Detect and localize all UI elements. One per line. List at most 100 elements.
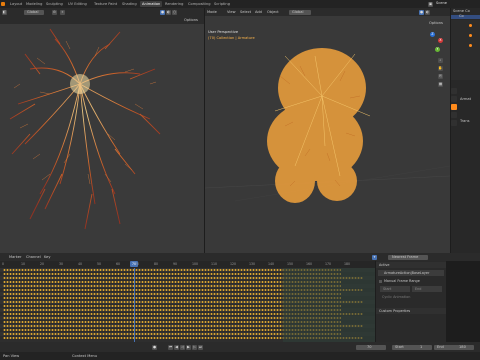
- filter-icon[interactable]: ▾: [372, 254, 377, 260]
- workspace-bar: Layout Modeling Sculpting UV Editing Texture…: [0, 0, 480, 8]
- jump-start-icon[interactable]: ⏮: [168, 344, 173, 350]
- right-shading-solid-icon[interactable]: ●: [419, 9, 424, 15]
- frame-tick-label: 170: [325, 262, 332, 266]
- manual-frame-range-toggle[interactable]: Manual Frame Range: [378, 278, 444, 284]
- frame-tick-label: 70: [135, 262, 140, 266]
- manual-frame-range-label: Manual Frame Range: [384, 279, 420, 283]
- jump-end-icon[interactable]: ⏭: [198, 344, 203, 350]
- gizmo-z-icon[interactable]: Z: [430, 32, 435, 37]
- props-transform-label: Trans: [460, 119, 470, 123]
- shading-solid-icon[interactable]: ●: [160, 10, 165, 15]
- left-options-menu[interactable]: Options: [184, 18, 198, 23]
- workspace-tab-sculpting[interactable]: Sculpting: [44, 1, 65, 7]
- keyframe-area[interactable]: [0, 268, 375, 342]
- workspace-tab-rendering[interactable]: Rendering: [163, 1, 185, 7]
- snapping-label: Nearest Frame: [392, 254, 419, 259]
- orientation-label: Global: [27, 10, 39, 14]
- prev-key-icon[interactable]: ◀: [174, 344, 179, 350]
- custom-properties-label: Custom Properties: [379, 309, 411, 313]
- scene-name[interactable]: Scene: [436, 1, 447, 6]
- workspace-tab-compositing[interactable]: Compositing: [186, 1, 213, 7]
- workspace-tab-scripting[interactable]: Scripting: [212, 1, 232, 7]
- props-data-icon[interactable]: [451, 120, 457, 126]
- right-orientation-label: Global: [292, 9, 304, 14]
- scene-icon[interactable]: ▣: [428, 1, 433, 7]
- current-frame-value: 70: [367, 344, 372, 349]
- frame-tick-label: 110: [211, 262, 218, 266]
- outliner-selected-row[interactable]: [451, 15, 480, 19]
- grid-icon[interactable]: ▦: [438, 82, 443, 87]
- cyclic-animation-label: Cyclic Animation: [382, 295, 411, 299]
- frame-tick-label: 120: [230, 262, 237, 266]
- zoom-icon[interactable]: ⌕: [438, 58, 443, 63]
- frame-tick-label: 20: [40, 262, 45, 266]
- workspace-tab-texture-paint[interactable]: Texture Paint: [92, 1, 119, 7]
- frame-tick-label: 90: [173, 262, 178, 266]
- next-key-icon[interactable]: ▷: [192, 344, 197, 350]
- frame-tick-label: 60: [116, 262, 121, 266]
- frame-ruler[interactable]: 70 0 10 20 30 40 50 60 70 80 90 100 110 120 130 140 150…: [0, 261, 375, 268]
- left-viewport[interactable]: [0, 24, 204, 253]
- marker-menu[interactable]: Marker: [9, 255, 21, 260]
- pivot-icon[interactable]: ⊙: [52, 10, 57, 15]
- right-shading-material-icon[interactable]: ◐: [425, 9, 430, 15]
- workspace-tab-uv-editing[interactable]: UV Editing: [66, 1, 89, 7]
- workspace-tab-shading[interactable]: Shading: [120, 1, 139, 7]
- gizmo-y-icon[interactable]: Y: [435, 47, 440, 52]
- play-reverse-icon[interactable]: ◁: [180, 344, 185, 350]
- outliner-orange-dot: [469, 44, 472, 47]
- props-modifier-icon[interactable]: [451, 112, 457, 118]
- start-frame-value: 1: [420, 344, 423, 349]
- camera-icon[interactable]: ⎘: [438, 74, 443, 79]
- outliner-list[interactable]: [451, 20, 480, 80]
- workspace-tab-animation[interactable]: Animation: [140, 1, 163, 7]
- select-menu[interactable]: Select: [240, 10, 251, 15]
- range-start-field[interactable]: Start: [380, 286, 410, 292]
- workspace-tab-layout[interactable]: Layout: [8, 1, 24, 7]
- key-menu[interactable]: Key: [44, 255, 51, 260]
- object-menu[interactable]: Object: [267, 10, 279, 15]
- blender-logo-icon[interactable]: [1, 1, 5, 6]
- shading-rendered-icon[interactable]: ○: [172, 10, 177, 15]
- frame-tick-label: 80: [154, 262, 159, 266]
- mode-menu[interactable]: Mode: [207, 10, 217, 15]
- frame-tick-label: 40: [78, 262, 83, 266]
- add-menu[interactable]: Add: [255, 10, 262, 15]
- gizmo-x-icon[interactable]: X: [438, 38, 443, 43]
- view-menu[interactable]: View: [227, 10, 236, 15]
- end-frame-label: End: [437, 344, 444, 349]
- cyclic-animation-toggle[interactable]: Cyclic Animation: [382, 294, 442, 300]
- props-object-icon[interactable]: [451, 104, 457, 110]
- right-viewport-header: Mode View Select Add Object Global ● ◐: [205, 8, 450, 16]
- shading-material-icon[interactable]: ◐: [166, 10, 171, 15]
- range-start-label: Start: [383, 287, 392, 291]
- playhead-line: [134, 268, 135, 342]
- range-shade: [283, 268, 375, 342]
- props-tool-icon[interactable]: [451, 88, 457, 94]
- play-icon[interactable]: ▶: [186, 344, 191, 350]
- channel-menu[interactable]: Channel: [26, 255, 41, 260]
- status-left: Pan View: [3, 353, 20, 358]
- outliner-item[interactable]: Co: [459, 14, 464, 19]
- hand-icon[interactable]: ✋: [438, 66, 443, 71]
- editor-type-icon[interactable]: ◧: [2, 10, 7, 15]
- range-end-field[interactable]: End: [412, 286, 442, 292]
- action-panel: Active ArmatureAction|BaseLayer Manual F…: [376, 261, 446, 342]
- action-selector[interactable]: ArmatureAction|BaseLayer: [378, 270, 444, 276]
- frame-tick-label: 0: [2, 262, 5, 266]
- frame-tick-label: 150: [287, 262, 294, 266]
- active-panel-label: Active: [379, 263, 390, 267]
- record-icon[interactable]: ●: [152, 344, 157, 350]
- end-frame-value: 180: [459, 344, 466, 349]
- outliner-orange-dot: [469, 34, 472, 37]
- checkbox-icon[interactable]: [379, 279, 382, 283]
- workspace-tab-modeling[interactable]: Modeling: [24, 1, 44, 7]
- active-panel-header[interactable]: Active: [376, 262, 446, 268]
- tree-render-right: [205, 48, 450, 203]
- right-viewport[interactable]: User Perspective (70) Collection | Armat…: [205, 16, 450, 253]
- frame-tick-label: 140: [268, 262, 275, 266]
- snap-icon[interactable]: ⌗: [60, 10, 65, 15]
- props-render-icon[interactable]: [451, 96, 457, 102]
- custom-properties-header[interactable]: Custom Properties: [376, 308, 446, 314]
- tree-render-left: [9, 28, 161, 230]
